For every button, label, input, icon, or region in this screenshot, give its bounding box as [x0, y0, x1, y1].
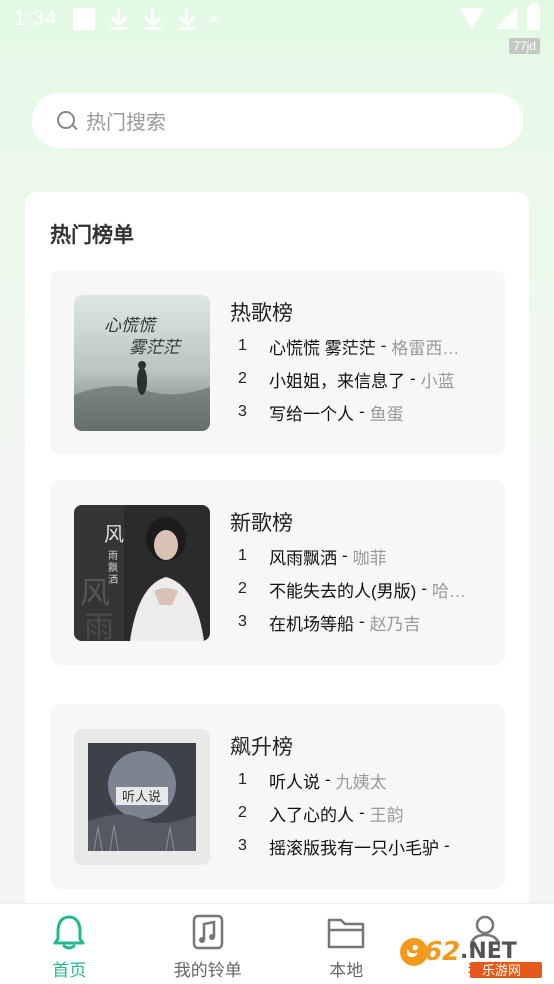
song-row[interactable]: 1 风雨飘洒 - 咖菲	[238, 544, 488, 568]
download-icon	[109, 8, 129, 30]
song-separator: -	[359, 612, 365, 631]
song-title: 入了心的人	[269, 805, 354, 825]
song-title: 听人说	[269, 772, 320, 792]
tab-my-ringtones[interactable]: 我的铃单	[139, 904, 278, 984]
cover-image: 风 雨 风 雨 飘 洒	[74, 505, 210, 641]
chart-cover-rising: 听人说	[74, 729, 210, 865]
song-rank: 3	[238, 403, 247, 420]
song-rank: 2	[238, 804, 247, 821]
search-bar[interactable]: 热门搜索	[32, 93, 523, 148]
status-bar: 1:34	[0, 0, 554, 38]
song-rank: 2	[238, 370, 247, 387]
song-title: 不能失去的人(男版)	[269, 581, 417, 601]
download-icon	[143, 8, 163, 30]
chart-card-hot[interactable]: 心慌慌 雾茫茫 热歌榜 1 心慌慌 雾茫茫 - 格雷西… 2 小姐姐，来信息了 …	[50, 270, 505, 455]
song-title: 小姐姐，来信息了	[269, 371, 405, 391]
svg-text:洒: 洒	[108, 573, 118, 586]
section-title: 热门榜单	[50, 224, 134, 247]
song-separator: -	[444, 836, 450, 855]
svg-text:962: 962	[406, 937, 460, 967]
song-row[interactable]: 1 心慌慌 雾茫茫 - 格雷西…	[238, 334, 488, 358]
song-title: 心慌慌 雾茫茫	[269, 338, 376, 358]
song-rank: 2	[238, 580, 247, 597]
corner-badge: 77jd	[509, 38, 540, 54]
song-artist: 王韵	[369, 805, 404, 825]
song-artist: 小蓝	[420, 371, 455, 391]
song-rank: 1	[238, 547, 247, 564]
song-rank: 1	[238, 771, 247, 788]
music-note-icon	[192, 914, 223, 950]
status-system-icons	[459, 3, 540, 30]
tab-local[interactable]: 本地	[277, 904, 416, 984]
svg-text:雨: 雨	[84, 610, 114, 641]
chart-card-new[interactable]: 风 雨 风 雨 飘 洒 新歌榜 1 风雨飘洒 - 咖菲 2 不能失去的人(男版)…	[50, 480, 505, 665]
battery-icon	[527, 3, 540, 30]
svg-text:乐游网: 乐游网	[482, 964, 521, 979]
cover-image: 心慌慌 雾茫茫	[74, 295, 210, 431]
svg-text:雨: 雨	[108, 551, 118, 562]
tab-label: 首页	[52, 961, 87, 980]
square-notification-icon	[72, 8, 95, 30]
song-artist: 赵乃吉	[369, 614, 421, 634]
wifi-icon	[459, 8, 485, 28]
svg-text:.NET: .NET	[460, 939, 517, 964]
download-icon	[177, 8, 197, 30]
search-placeholder: 热门搜索	[86, 112, 166, 134]
song-title: 写给一个人	[269, 404, 354, 424]
song-artist: 哈…	[432, 581, 466, 601]
song-row[interactable]: 1 听人说 - 九姨太	[238, 768, 488, 792]
song-title: 在机场等船	[269, 614, 354, 634]
cover-text: 心慌慌	[104, 316, 158, 336]
svg-text:风: 风	[80, 576, 110, 611]
status-time: 1:34	[14, 7, 57, 30]
song-row[interactable]: 3 写给一个人 - 鱼蛋	[238, 400, 488, 424]
tab-label: 本地	[329, 961, 364, 980]
tab-label: 我的铃单	[173, 961, 242, 980]
song-separator: -	[421, 579, 427, 598]
song-separator: -	[359, 402, 365, 421]
song-title: 摇滚版我有一只小毛驴	[269, 838, 439, 858]
song-rank: 1	[238, 337, 247, 354]
song-separator: -	[359, 803, 365, 822]
song-title: 风雨飘洒	[269, 548, 337, 568]
dot-icon	[210, 16, 217, 22]
chart-card-rising[interactable]: 听人说 飙升榜 1 听人说 - 九姨太 2 入了心的人 - 王韵 3 摇滚版我有…	[50, 704, 505, 889]
song-row[interactable]: 3 在机场等船 - 赵乃吉	[238, 610, 488, 634]
cover-text: 听人说	[122, 790, 161, 805]
tab-home[interactable]: 首页	[0, 904, 139, 984]
watermark-logo: 962 .NET 乐游网	[400, 937, 542, 979]
chart-name: 新歌榜	[230, 512, 293, 535]
chart-cover-hot: 心慌慌 雾茫茫	[74, 295, 210, 431]
cover-text: 风	[104, 522, 124, 546]
chart-name: 飙升榜	[230, 736, 293, 759]
song-artist: 咖菲	[352, 548, 387, 568]
status-notifications	[72, 8, 217, 30]
search-icon	[56, 110, 78, 132]
svg-text:飘: 飘	[108, 562, 118, 574]
signal-icon	[495, 7, 517, 29]
song-separator: -	[380, 336, 387, 355]
song-row[interactable]: 2 不能失去的人(男版) - 哈…	[238, 577, 488, 601]
song-rank: 3	[238, 837, 247, 854]
song-separator: -	[325, 770, 331, 789]
song-row[interactable]: 2 小姐姐，来信息了 - 小蓝	[238, 367, 488, 391]
cover-image: 听人说	[74, 729, 210, 865]
song-separator: -	[342, 546, 348, 565]
song-artist: 九姨太	[335, 772, 387, 792]
chart-name: 热歌榜	[230, 302, 293, 325]
song-artist: 鱼蛋	[369, 404, 404, 424]
song-rank: 3	[238, 613, 247, 630]
song-separator: -	[410, 369, 416, 388]
chart-cover-new: 风 雨 风 雨 飘 洒	[74, 505, 210, 641]
song-row[interactable]: 3 摇滚版我有一只小毛驴 -	[238, 834, 488, 858]
svg-text:雾茫茫: 雾茫茫	[129, 338, 183, 358]
song-row[interactable]: 2 入了心的人 - 王韵	[238, 801, 488, 825]
folder-icon	[328, 918, 365, 949]
song-artist: 格雷西…	[391, 338, 460, 358]
bell-icon	[53, 915, 85, 950]
